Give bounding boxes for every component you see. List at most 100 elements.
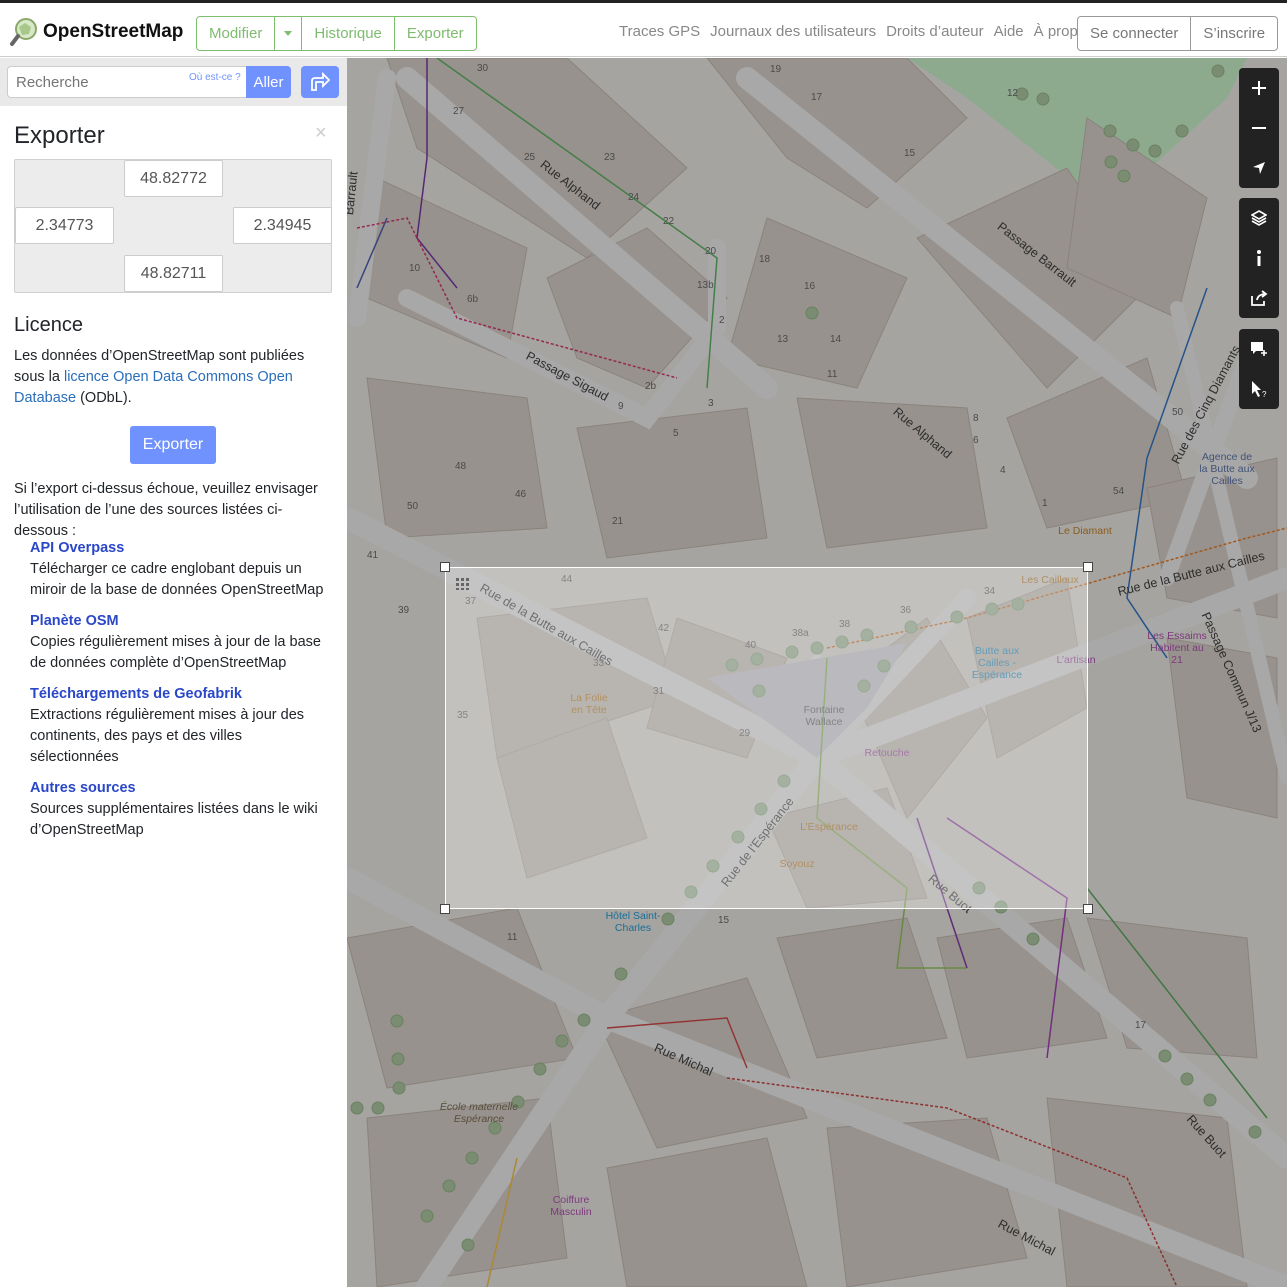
house-number: 16: [804, 281, 816, 292]
export-tab-button[interactable]: Exporter: [394, 16, 477, 51]
caret-down-icon: [284, 30, 293, 36]
house-number: 27: [453, 106, 465, 117]
where-is-this-link[interactable]: Où est-ce ?: [189, 72, 241, 83]
share-icon: [1251, 290, 1268, 306]
edit-button[interactable]: Modifier: [196, 16, 276, 51]
max-lat-field[interactable]: 48.82772: [124, 160, 223, 197]
zoom-out-button[interactable]: [1239, 108, 1279, 148]
directions-icon: [311, 72, 331, 91]
house-number: 13b: [697, 280, 714, 291]
house-number: 12: [1007, 88, 1019, 99]
export-bbox[interactable]: [445, 567, 1088, 909]
edit-dropdown-button[interactable]: [275, 16, 303, 51]
svg-text:?: ?: [1262, 390, 1267, 398]
bbox-inputs: 48.82772 2.34773 2.34945 48.82711: [14, 159, 332, 293]
source-overpass-link[interactable]: API Overpass: [30, 538, 330, 559]
licence-text-part: (ODbL).: [76, 390, 132, 406]
bbox-handle-top-left[interactable]: [440, 562, 450, 572]
history-button[interactable]: Historique: [302, 16, 395, 51]
house-number: 18: [759, 254, 771, 265]
search-go-button[interactable]: Aller: [246, 66, 291, 98]
house-number: 2: [719, 315, 725, 326]
layers-button[interactable]: [1239, 198, 1279, 238]
house-number: 9: [618, 401, 624, 412]
map-key-button[interactable]: [1239, 238, 1279, 278]
house-number: 48: [455, 461, 467, 472]
zoom-controls: [1239, 68, 1279, 188]
bbox-handle-top-right[interactable]: [1083, 562, 1093, 572]
min-lat-field[interactable]: 48.82711: [124, 255, 223, 292]
bbox-handle-bottom-right[interactable]: [1083, 904, 1093, 914]
house-number: 17: [811, 92, 823, 103]
source-item: Autres sources Sources supplémentaires l…: [30, 778, 330, 841]
house-number: 50: [407, 501, 419, 512]
house-number: 17: [1135, 1020, 1147, 1031]
source-desc: Extractions régulièrement mises à jour d…: [30, 707, 305, 765]
house-number: 23: [604, 152, 616, 163]
house-number: 24: [628, 192, 640, 203]
signup-button[interactable]: S’inscrire: [1191, 16, 1279, 51]
house-number: 8: [973, 413, 979, 424]
house-number: 21: [612, 516, 624, 527]
layers-icon: [1251, 210, 1267, 226]
poi-office-label: Agence de la Butte aux Cailles: [1199, 451, 1255, 487]
house-number: 14: [830, 334, 842, 345]
bbox-handle-bottom-left[interactable]: [440, 904, 450, 914]
nav-copyright[interactable]: Droits d’auteur: [886, 23, 984, 40]
zoom-in-button[interactable]: [1239, 68, 1279, 108]
locate-button[interactable]: [1239, 148, 1279, 188]
export-title: Exporter: [14, 122, 105, 149]
osm-logo[interactable]: OpenStreetMap: [9, 17, 183, 47]
logo-text: OpenStreetMap: [43, 21, 184, 42]
header: OpenStreetMap Modifier Historique Export…: [0, 0, 1287, 57]
max-lon-field[interactable]: 2.34945: [233, 207, 332, 244]
house-number: 41: [367, 550, 379, 561]
query-icon: ?: [1252, 381, 1267, 398]
source-desc: Sources supplémentaires listées dans le …: [30, 801, 318, 838]
source-desc: Télécharger ce cadre englobant depuis un…: [30, 561, 324, 598]
house-number: 46: [515, 489, 527, 500]
info-icon: [1257, 250, 1261, 266]
house-number: 25: [524, 152, 536, 163]
osm-logo-icon: [10, 18, 37, 46]
house-number: 10: [409, 263, 421, 274]
house-number: 3: [708, 398, 714, 409]
fallback-text: Si l’export ci-dessus échoue, veuillez e…: [14, 481, 318, 539]
house-number: 19: [770, 64, 782, 75]
close-icon[interactable]: ×: [315, 122, 327, 145]
drag-grip-icon[interactable]: [456, 578, 470, 590]
source-item: API Overpass Télécharger ce cadre englob…: [30, 538, 330, 601]
poi-hotel-label: Hôtel Saint-Charles: [605, 910, 661, 934]
source-geofabrik-link[interactable]: Téléchargements de Geofabrik: [30, 684, 330, 705]
directions-button[interactable]: [301, 66, 339, 98]
house-number: 15: [718, 915, 730, 926]
add-note-button[interactable]: [1239, 329, 1279, 369]
source-other-link[interactable]: Autres sources: [30, 778, 330, 799]
query-features-button[interactable]: ?: [1239, 369, 1279, 409]
login-button[interactable]: Se connecter: [1077, 16, 1192, 51]
sidebar: Où est-ce ? Aller Exporter × 48.82772 2.…: [0, 58, 347, 1287]
source-planet-link[interactable]: Planète OSM: [30, 611, 330, 632]
nav-help[interactable]: Aide: [994, 23, 1024, 40]
house-number: 2b: [645, 381, 657, 392]
house-number: 22: [663, 216, 675, 227]
map-tools: [1239, 198, 1279, 318]
house-number: 4: [1000, 465, 1006, 476]
house-number: 50: [1172, 407, 1184, 418]
house-number: 6b: [467, 294, 479, 305]
note-add-icon: [1251, 342, 1267, 356]
edit-group: Modifier Historique Exporter: [196, 16, 477, 51]
nav-gps-traces[interactable]: Traces GPS: [619, 23, 700, 40]
poi-school-label: École maternelle Espérance: [439, 1101, 519, 1125]
map[interactable]: Rue Alphand Passage Barrault Passage Sig…: [347, 58, 1287, 1287]
zoom-out-icon: [1252, 127, 1266, 129]
house-number: 1: [1042, 498, 1048, 509]
house-number: 11: [507, 932, 518, 943]
min-lon-field[interactable]: 2.34773: [15, 207, 114, 244]
auth-group: Se connecter S’inscrire: [1077, 16, 1279, 51]
zoom-in-icon: [1252, 81, 1266, 95]
share-button[interactable]: [1239, 278, 1279, 318]
house-number: 20: [705, 246, 717, 257]
export-button[interactable]: Exporter: [130, 426, 216, 464]
nav-user-diaries[interactable]: Journaux des utilisateurs: [710, 23, 876, 40]
